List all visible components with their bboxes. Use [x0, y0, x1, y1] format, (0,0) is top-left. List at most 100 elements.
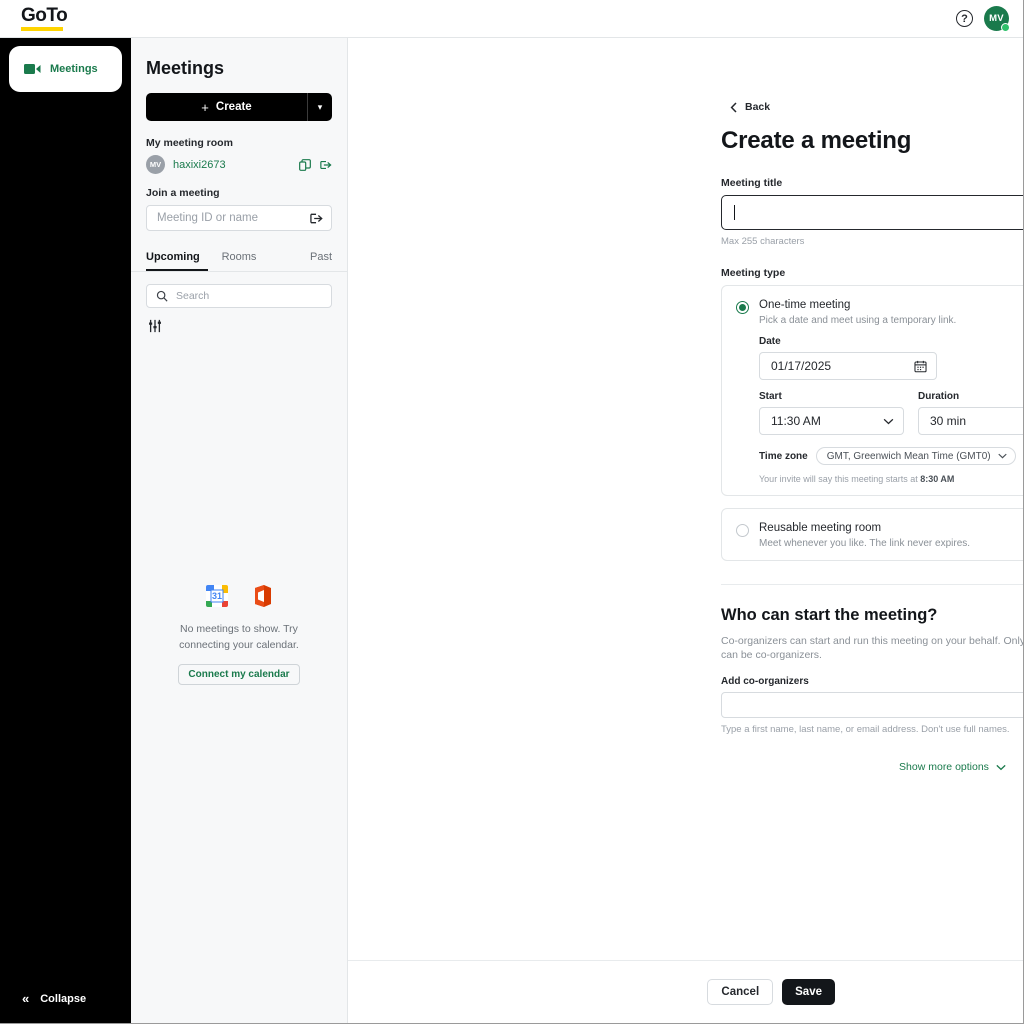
body: Meetings « Collapse Meetings + Create ▾ — [0, 38, 1023, 1023]
tab-rooms[interactable]: Rooms — [208, 245, 270, 271]
duration-select[interactable]: 30 min — [918, 407, 1023, 435]
co-organizers-hint: Type a first name, last name, or email a… — [721, 724, 1010, 735]
time-row: Start 11:30 AM Duration 30 min — [759, 391, 1023, 435]
search-icon — [156, 290, 168, 302]
radio-one-time[interactable] — [736, 301, 749, 314]
goto-logo[interactable]: GoTo — [21, 5, 68, 31]
enter-arrow-icon[interactable] — [320, 159, 332, 171]
meetings-panel: Meetings + Create ▾ My meeting room MV h… — [131, 38, 348, 1023]
goto-logo-text: GoTo — [21, 5, 68, 26]
timezone-row: Time zone GMT, Greenwich Mean Time (GMT0… — [759, 447, 1023, 465]
search-input[interactable]: Search — [146, 284, 332, 308]
duration-label: Duration — [918, 391, 960, 402]
copy-icon[interactable] — [299, 158, 311, 171]
one-time-details: Date 01/17/2025 Start 11:30 AM Duration … — [759, 336, 1023, 484]
radio-reusable[interactable] — [736, 524, 749, 537]
sidebar-item-meetings[interactable]: Meetings — [9, 46, 122, 92]
create-button[interactable]: + Create — [146, 93, 307, 121]
join-meeting-label: Join a meeting — [146, 187, 220, 199]
date-value: 01/17/2025 — [771, 359, 832, 373]
meeting-type-label: Meeting type — [721, 267, 786, 279]
option-desc: Meet whenever you like. The link never e… — [759, 538, 971, 549]
sliders-filter-icon[interactable] — [148, 319, 332, 333]
duration-value: 30 min — [930, 414, 967, 428]
save-button[interactable]: Save — [782, 979, 835, 1005]
sidebar-item-label: Meetings — [50, 63, 98, 75]
empty-state-line-1: No meetings to show. Try — [180, 623, 298, 635]
show-more-options-label: Show more options — [899, 761, 989, 773]
room-avatar: MV — [146, 155, 165, 174]
option-header: Reusable meeting room Meet whenever you … — [736, 522, 1023, 549]
help-icon[interactable]: ? — [956, 10, 973, 27]
filter-row — [131, 308, 347, 333]
room-avatar-initials: MV — [149, 160, 162, 169]
panel-tabs: Upcoming Rooms Past — [131, 245, 347, 272]
search-placeholder: Search — [176, 290, 210, 302]
nav-rail: Meetings « Collapse — [0, 38, 131, 1023]
avatar[interactable]: MV — [984, 6, 1010, 32]
option-card-one-time[interactable]: One-time meeting Pick a date and meet us… — [721, 285, 1023, 496]
option-card-reusable[interactable]: Reusable meeting room Meet whenever you … — [721, 508, 1023, 561]
invite-note-prefix: Your invite will say this meeting starts… — [759, 474, 921, 484]
start-field: Start 11:30 AM — [759, 391, 904, 435]
chevron-down-icon: ▾ — [317, 101, 323, 112]
tab-past[interactable]: Past — [270, 245, 332, 271]
back-label: Back — [745, 101, 771, 113]
date-input[interactable]: 01/17/2025 — [759, 352, 937, 380]
show-more-options-button[interactable]: Show more options — [721, 761, 1023, 773]
back-button[interactable]: Back — [730, 101, 1023, 113]
calendar-icon[interactable] — [914, 360, 927, 373]
room-name-link[interactable]: haxixi2673 — [173, 159, 291, 171]
option-title: Reusable meeting room — [759, 522, 882, 534]
connect-calendar-button[interactable]: Connect my calendar — [178, 664, 300, 685]
text-cursor — [734, 205, 735, 220]
my-meeting-room-label: My meeting room — [146, 137, 233, 149]
room-actions — [299, 158, 332, 171]
duration-field: Duration 30 min — [918, 391, 1023, 435]
cancel-button[interactable]: Cancel — [707, 979, 774, 1005]
chevron-left-icon — [730, 101, 738, 113]
meeting-title-hint: Max 255 characters — [721, 236, 805, 247]
option-header: One-time meeting Pick a date and meet us… — [736, 299, 1023, 326]
goto-logo-underline — [21, 27, 63, 31]
microsoft-office-icon — [248, 583, 274, 609]
meetings-panel-header: Meetings + Create ▾ My meeting room MV h… — [131, 38, 347, 245]
date-label: Date — [759, 336, 781, 347]
invite-time-note: Your invite will say this meeting starts… — [759, 474, 1023, 484]
video-camera-icon — [24, 63, 41, 75]
join-meeting-input[interactable]: Meeting ID or name — [146, 205, 332, 231]
plus-icon: + — [201, 99, 209, 115]
enter-arrow-icon[interactable] — [310, 212, 323, 225]
create-label: Create — [215, 101, 252, 113]
co-organizers-input[interactable] — [721, 692, 1023, 718]
start-value: 11:30 AM — [771, 414, 821, 428]
option-desc: Pick a date and meet using a temporary l… — [759, 315, 957, 326]
top-bar: GoTo ? MV — [0, 0, 1023, 38]
timezone-label: Time zone — [759, 450, 808, 462]
google-calendar-icon: 31 — [204, 583, 230, 609]
empty-state: 31 No meetings to show. Try connecting y… — [131, 583, 347, 685]
meeting-title-input[interactable] — [721, 195, 1023, 230]
option-text: One-time meeting Pick a date and meet us… — [759, 299, 956, 326]
calendar-provider-icons: 31 — [153, 583, 325, 609]
timezone-select[interactable]: GMT, Greenwich Mean Time (GMT0) — [815, 447, 1016, 465]
online-status-dot — [1001, 23, 1010, 32]
page-title: Create a meeting — [721, 127, 912, 154]
start-select[interactable]: 11:30 AM — [759, 407, 904, 435]
my-meeting-room-row: MV haxixi2673 — [146, 155, 332, 174]
create-button-group: + Create ▾ — [146, 93, 332, 121]
chevron-down-icon — [997, 453, 1007, 459]
search-area: Search — [131, 272, 347, 308]
double-chevron-left-icon: « — [22, 991, 30, 1006]
main-content: Back Create a meeting Meeting title Max … — [348, 38, 1023, 1023]
meeting-title-label: Meeting title — [721, 177, 783, 189]
section-divider — [721, 584, 1023, 585]
chevron-down-icon — [996, 764, 1006, 771]
svg-text:31: 31 — [212, 591, 222, 601]
collapse-button[interactable]: « Collapse — [0, 992, 131, 1023]
create-dropdown-button[interactable]: ▾ — [307, 93, 332, 121]
join-meeting-placeholder: Meeting ID or name — [157, 212, 258, 224]
invite-note-time: 8:30 AM — [920, 474, 955, 484]
tab-upcoming[interactable]: Upcoming — [146, 245, 208, 271]
